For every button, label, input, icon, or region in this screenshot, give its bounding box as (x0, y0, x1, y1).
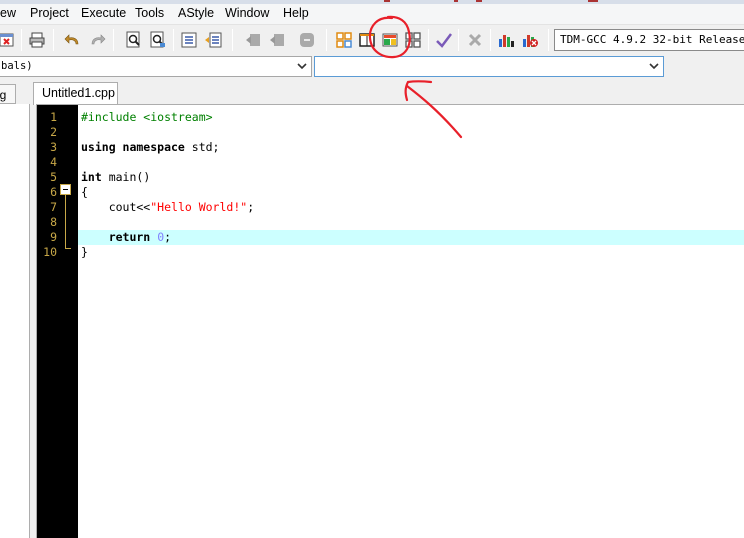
tab-row: ug Untitled1.cpp (0, 80, 744, 105)
brace: } (81, 245, 88, 259)
toolbar-separator (428, 29, 429, 51)
toolbar-separator (490, 29, 491, 51)
indent-icon[interactable] (178, 29, 200, 51)
tab-untitled1[interactable]: Untitled1.cpp (33, 82, 118, 105)
keyword: int (81, 170, 102, 184)
title-mark (454, 0, 458, 2)
brace: { (81, 185, 88, 199)
line-number: 4 (50, 155, 57, 169)
code-line-9-active: return 0; (78, 230, 744, 245)
line-number: 7 (50, 200, 57, 214)
line-number: 5 (50, 170, 57, 184)
toolbar-separator (458, 29, 459, 51)
class-browser-bar: bals) (0, 54, 744, 80)
code-editor[interactable]: 1 2 3 4 5 6 7 8 9 10 #include <iostream>… (36, 104, 744, 538)
identifier: std; (184, 140, 220, 154)
comment-icon[interactable] (296, 29, 318, 51)
check-icon[interactable] (433, 29, 455, 51)
menu-astyle[interactable]: AStyle (178, 6, 214, 20)
toolbar-separator (326, 29, 327, 51)
toolbar-separator (173, 29, 174, 51)
menu-view[interactable]: ew (0, 6, 16, 20)
line-number: 10 (43, 245, 57, 259)
print-icon[interactable] (26, 29, 48, 51)
line-number: 2 (50, 125, 57, 139)
toolbar-separator (548, 29, 549, 51)
toolbar-separator (232, 29, 233, 51)
menu-window[interactable]: Window (225, 6, 269, 20)
unindent-icon[interactable] (202, 29, 224, 51)
punctuation: ; (164, 230, 172, 244)
bookmark-back-icon[interactable] (242, 29, 264, 51)
fold-toggle-icon[interactable] (60, 184, 71, 195)
code-line-6: { (81, 185, 741, 200)
tab-debug[interactable]: ug (0, 84, 16, 104)
redo-icon[interactable] (86, 29, 108, 51)
line-number-gutter: 1 2 3 4 5 6 7 8 9 10 (37, 105, 78, 538)
find-icon[interactable] (123, 29, 145, 51)
fold-line (65, 195, 66, 248)
menu-bar: ew Project Execute Tools AStyle Window H… (0, 4, 744, 24)
identifier: main() (101, 170, 151, 184)
layout-icon[interactable] (402, 29, 424, 51)
window-icon[interactable] (356, 29, 378, 51)
tab-debug-label: ug (0, 88, 7, 102)
line-number: 1 (50, 110, 57, 124)
keyword: using namespace (81, 140, 185, 154)
title-mark (384, 0, 390, 2)
code-line-1: #include <iostream> (81, 110, 741, 125)
punctuation: ; (247, 200, 255, 214)
preprocessor-directive: #include <iostream> (81, 110, 213, 124)
toolbar-separator (113, 29, 114, 51)
menu-help[interactable]: Help (283, 6, 309, 20)
line-number: 6 (50, 185, 57, 199)
project-panel[interactable] (0, 104, 30, 538)
keyword: return (81, 230, 151, 244)
compiler-select[interactable]: TDM-GCC 4.9.2 32-bit Release (554, 29, 744, 51)
code-line-3: using namespace std; (81, 140, 741, 155)
bookmark-forward-icon[interactable] (266, 29, 288, 51)
menu-tools[interactable]: Tools (135, 6, 164, 20)
menu-execute[interactable]: Execute (81, 6, 126, 20)
toolbar-separator (53, 29, 54, 51)
chevron-down-icon (297, 63, 307, 70)
code-line-5: int main() (81, 170, 741, 185)
chart-icon[interactable] (495, 29, 517, 51)
title-mark (588, 0, 598, 2)
identifier: cout<< (81, 200, 151, 214)
line-number: 9 (50, 230, 57, 244)
toolbar: TDM-GCC 4.9.2 32-bit Release (0, 24, 744, 54)
delete-icon[interactable] (464, 29, 486, 51)
fold-end (65, 248, 71, 249)
code-line-7: cout<<"Hello World!"; (81, 200, 741, 215)
code-line-10: } (81, 245, 741, 260)
title-mark (476, 0, 482, 2)
close-icon[interactable] (0, 29, 18, 51)
toolbar-separator (21, 29, 22, 51)
line-number: 8 (50, 215, 57, 229)
class-combo[interactable]: bals) (0, 56, 312, 77)
line-number: 3 (50, 140, 57, 154)
function-combo[interactable] (314, 56, 664, 77)
color-grid-icon[interactable] (379, 29, 401, 51)
profile-icon[interactable] (519, 29, 541, 51)
undo-icon[interactable] (62, 29, 84, 51)
class-combo-value: bals) (1, 60, 33, 72)
replace-icon[interactable] (147, 29, 169, 51)
string-literal: "Hello World!" (150, 200, 248, 214)
chevron-down-icon (649, 63, 659, 70)
menu-project[interactable]: Project (30, 6, 69, 20)
tile-icon[interactable] (333, 29, 355, 51)
